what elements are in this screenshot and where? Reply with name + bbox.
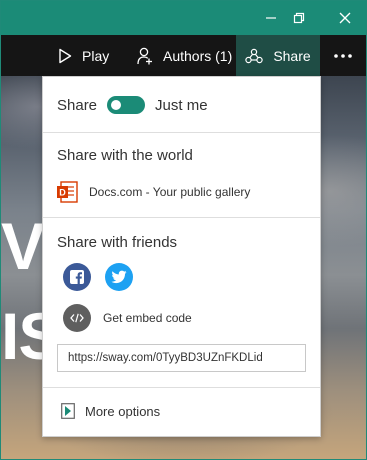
twitter-icon[interactable] [105,263,133,291]
share-panel: Share Just me Share with the world D Doc… [42,76,321,437]
embed-code-label: Get embed code [103,311,192,325]
close-icon[interactable] [326,1,364,35]
more-options-button[interactable]: More options [61,403,160,419]
more-options-label: More options [85,403,161,419]
ellipsis-icon[interactable] [334,35,352,76]
divider [43,132,320,133]
divider [43,217,320,218]
authors-label: Authors (1) [163,47,233,64]
play-label: Play [82,47,110,64]
authors-button[interactable]: Authors (1) [137,35,232,76]
share-link-field[interactable] [57,344,306,372]
toggle-knob [111,100,122,110]
sway-window: Play Authors (1) Share IS Share Just me … [0,0,367,460]
svg-text:D: D [59,188,66,198]
share-icon [245,48,264,64]
share-visibility-row: Share Just me [57,96,208,114]
embed-code-button[interactable]: Get embed code [63,304,192,332]
code-icon [63,304,91,332]
docs-gallery-link[interactable]: D Docs.com - Your public gallery [57,181,250,203]
share-button[interactable]: Share [236,35,320,76]
play-button[interactable]: Play [58,35,109,76]
add-person-icon [137,47,153,65]
expand-icon [61,403,75,419]
divider [43,387,320,388]
visibility-scope-label: Just me [155,96,208,114]
share-friends-heading: Share with friends [57,234,178,251]
play-icon [58,48,72,64]
share-visibility-label: Share [57,96,98,114]
docs-gallery-label: Docs.com - Your public gallery [89,185,251,199]
restore-icon[interactable] [280,1,318,35]
share-label: Share [273,47,311,64]
facebook-icon[interactable] [63,263,91,291]
docs-icon: D [57,181,79,203]
visibility-toggle[interactable] [107,96,146,114]
share-world-heading: Share with the world [57,147,193,164]
